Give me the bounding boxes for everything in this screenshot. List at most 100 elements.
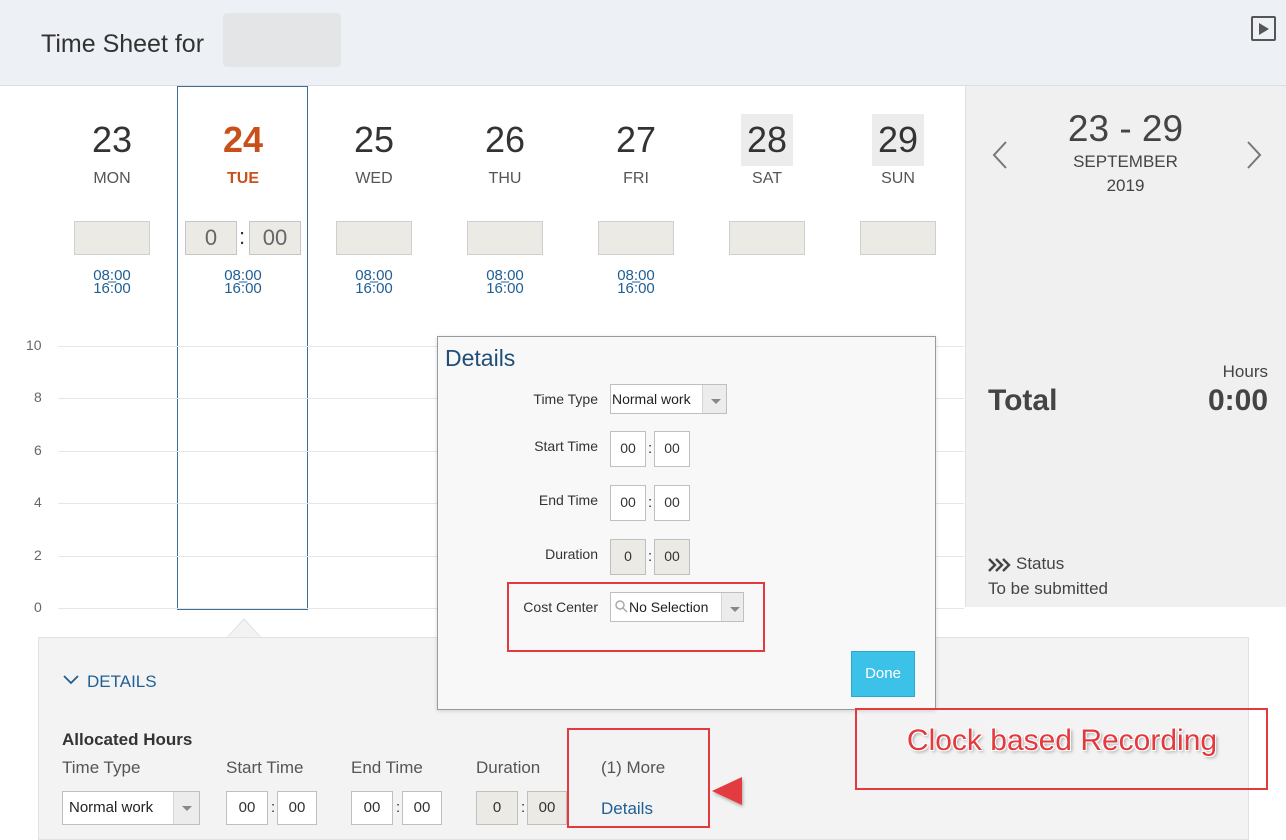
- time-separator: :: [648, 494, 653, 511]
- play-icon: [1259, 23, 1269, 35]
- popup-start-hour-input[interactable]: 00: [610, 431, 646, 467]
- work-hours-link-mon[interactable]: 08:00 – 16:00: [47, 263, 177, 301]
- day-number: 28: [740, 114, 794, 166]
- hours-input-wed[interactable]: [336, 221, 412, 255]
- status-label: Status: [1016, 554, 1065, 573]
- day-number: 29: [871, 114, 925, 166]
- popup-time-type-value: Normal work: [612, 391, 691, 407]
- end-minute-input[interactable]: 00: [402, 791, 442, 825]
- day-fri[interactable]: 27 FRI: [571, 114, 701, 188]
- popup-end-minute-input[interactable]: 00: [654, 485, 690, 521]
- popup-start-label: Start Time: [534, 438, 598, 454]
- hours-input-mon[interactable]: [74, 221, 150, 255]
- day-name: SAT: [752, 170, 782, 187]
- popup-end-label: End Time: [538, 492, 598, 508]
- day-name: THU: [488, 170, 522, 187]
- day-sat[interactable]: 28 SAT: [702, 114, 832, 188]
- day-mon[interactable]: 23 MON: [47, 114, 177, 188]
- day-number: 27: [615, 119, 657, 160]
- day-number: 26: [484, 119, 526, 160]
- time-separator: :: [521, 799, 526, 816]
- play-button[interactable]: [1251, 16, 1276, 41]
- end-time-text: 16:00: [224, 280, 262, 297]
- y-axis-label: 8: [34, 389, 42, 405]
- y-axis-label: 2: [34, 547, 42, 563]
- work-hours-link-fri[interactable]: 08:00 – 16:00: [571, 263, 701, 301]
- week-year: 2019: [1106, 176, 1145, 195]
- day-sun[interactable]: 29 SUN: [833, 114, 963, 188]
- hours-input-fri[interactable]: [598, 221, 674, 255]
- start-hour-input[interactable]: 00: [226, 791, 268, 825]
- popup-time-type-label: Time Type: [533, 391, 598, 407]
- col-duration: Duration: [476, 758, 541, 777]
- work-hours-link-thu[interactable]: 08:00 – 16:00: [440, 263, 570, 301]
- page-title: Time Sheet for: [41, 30, 205, 58]
- day-tue[interactable]: 24 TUE: [178, 114, 308, 188]
- time-separator: :: [648, 440, 653, 457]
- total-label: Total: [988, 384, 1058, 417]
- pointer-caret-fill: [227, 620, 261, 638]
- time-type-value: Normal work: [69, 799, 154, 816]
- annotation-arrow-icon: [712, 777, 820, 805]
- col-time-type: Time Type: [62, 758, 141, 777]
- annotation-box-cost-center: [507, 582, 765, 652]
- end-time-text: 16:00: [617, 280, 655, 297]
- total-value: 0:00: [1207, 384, 1268, 417]
- chevron-down-icon: [63, 675, 79, 685]
- time-separator: :: [396, 799, 401, 816]
- end-hour-input[interactable]: 00: [351, 791, 393, 825]
- hours-input-thu[interactable]: [467, 221, 543, 255]
- redacted-employee-name: [223, 13, 341, 67]
- popup-start-minute-input[interactable]: 00: [654, 431, 690, 467]
- popup-duration-label: Duration: [545, 546, 598, 562]
- popup-end-hour-input[interactable]: 00: [610, 485, 646, 521]
- done-button[interactable]: Done: [851, 651, 915, 697]
- week-month: SEPTEMBER: [1073, 152, 1178, 171]
- day-thu[interactable]: 26 THU: [440, 114, 570, 188]
- end-time-text: 16:00: [355, 280, 393, 297]
- popup-time-type-select[interactable]: Normal work: [610, 384, 727, 414]
- hours-label: Hours: [1222, 362, 1268, 381]
- status-chevrons-icon: [988, 558, 1012, 577]
- annotation-box-more-details: [567, 728, 710, 828]
- day-name: FRI: [623, 170, 649, 187]
- hours-input-sun[interactable]: [860, 221, 936, 255]
- work-hours-link-tue[interactable]: 08:00 – 16:00: [178, 263, 308, 301]
- time-separator: :: [239, 224, 246, 249]
- day-name: SUN: [881, 170, 915, 187]
- duration-minute-readonly: 00: [527, 791, 567, 825]
- col-end-time: End Time: [351, 758, 423, 777]
- day-number: 25: [353, 119, 395, 160]
- day-name: WED: [355, 170, 393, 187]
- day-wed[interactable]: 25 WED: [309, 114, 439, 188]
- hours-input-tue-m[interactable]: 00: [249, 221, 301, 255]
- start-minute-input[interactable]: 00: [277, 791, 317, 825]
- details-toggle[interactable]: DETAILS: [63, 672, 157, 692]
- day-number: 24: [222, 119, 264, 160]
- popup-title: Details: [445, 345, 516, 371]
- annotation-label: Clock based Recording: [906, 724, 1218, 757]
- work-hours-link-wed[interactable]: 08:00 – 16:00: [309, 263, 439, 301]
- day-number: 23: [91, 119, 133, 160]
- time-separator: :: [271, 799, 276, 816]
- popup-duration-minute-readonly: 00: [654, 539, 690, 575]
- col-start-time: Start Time: [226, 758, 304, 777]
- hours-input-sat[interactable]: [729, 221, 805, 255]
- week-range: 23 - 29: [1067, 108, 1184, 149]
- dropdown-arrow-icon: [702, 385, 726, 413]
- duration-hour-readonly: 0: [476, 791, 518, 825]
- end-time-text: 16:00: [93, 280, 131, 297]
- time-type-select[interactable]: Normal work: [62, 791, 200, 825]
- day-name: MON: [93, 170, 131, 187]
- end-time-text: 16:00: [486, 280, 524, 297]
- y-axis-label: 6: [34, 442, 42, 458]
- allocated-hours-heading: Allocated Hours: [62, 730, 193, 749]
- popup-duration-hour-readonly: 0: [610, 539, 646, 575]
- dropdown-arrow-icon: [173, 792, 199, 824]
- hours-input-tue-h[interactable]: 0: [185, 221, 237, 255]
- status-value: To be submitted: [988, 579, 1109, 598]
- y-axis-label: 4: [34, 494, 42, 510]
- details-toggle-label: DETAILS: [87, 672, 157, 691]
- y-axis-label: 0: [34, 599, 42, 615]
- time-separator: :: [648, 548, 653, 565]
